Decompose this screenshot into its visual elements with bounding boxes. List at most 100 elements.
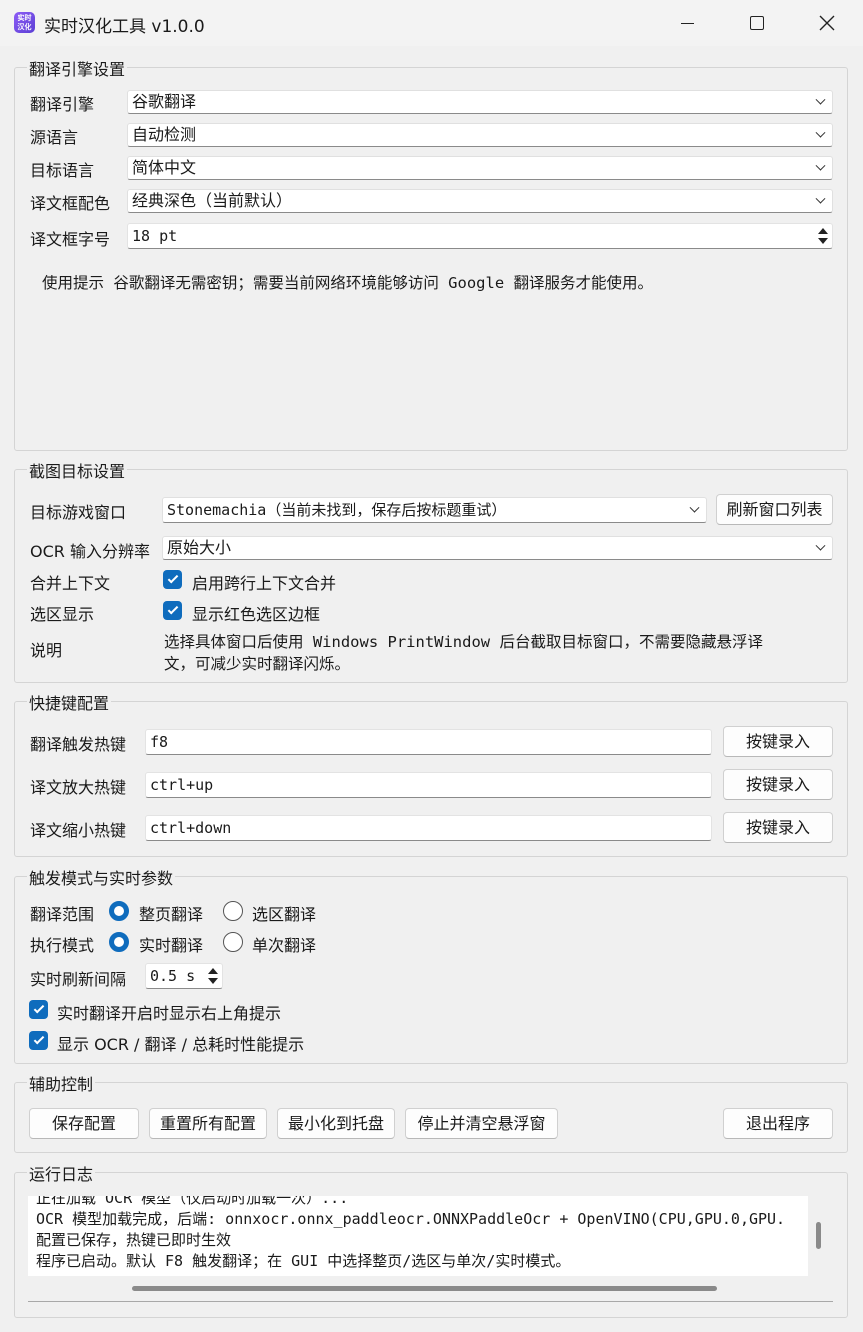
engine-label: 翻译引擎 <box>30 95 95 114</box>
box-color-value: 经典深色（当前默认） <box>132 191 293 210</box>
merge-context-checkbox[interactable] <box>163 570 182 589</box>
log-line: 正在加载 OCR 模型（仅启动时加载一次）... <box>36 1196 349 1207</box>
zoom-out-hotkey-value: ctrl+down <box>150 819 232 837</box>
merge-context-check-label[interactable]: 启用跨行上下文合并 <box>192 570 336 594</box>
target-window-select[interactable]: Stonemachia（当前未找到，保存后按标题重试） <box>162 497 707 523</box>
translate-range-label: 翻译范围 <box>30 905 95 924</box>
chevron-down-icon <box>814 537 826 559</box>
chevron-down-icon <box>814 157 826 179</box>
record-trigger-hotkey-button[interactable]: 按键录入 <box>723 726 833 757</box>
refresh-interval-value: 0.5 s <box>150 967 196 985</box>
trigger-hotkey-value: f8 <box>150 733 169 751</box>
group-title: 运行日志 <box>27 1161 96 1185</box>
group-title: 触发模式与实时参数 <box>27 865 176 889</box>
close-button[interactable] <box>792 0 862 46</box>
exec-single-radio[interactable] <box>223 932 243 952</box>
group-title: 辅助控制 <box>27 1071 96 1095</box>
region-border-checkbox[interactable] <box>163 601 182 620</box>
log-horizontal-scrollbar[interactable] <box>132 1286 717 1291</box>
corner-hint-checkbox[interactable] <box>29 1000 48 1019</box>
chevron-down-icon <box>814 91 826 113</box>
note-text-line1: 选择具体窗口后使用 Windows PrintWindow 后台截取目标窗口，不… <box>164 633 763 651</box>
source-language-select[interactable]: 自动检测 <box>127 123 833 147</box>
exec-single-label[interactable]: 单次翻译 <box>252 932 316 956</box>
log-output[interactable]: 正在加载 OCR 模型（仅启动时加载一次）... OCR 模型加载完成，后端: … <box>28 1196 808 1276</box>
log-line: 配置已保存，热键已即时生效 <box>36 1231 232 1249</box>
stepper-down-icon[interactable] <box>818 238 828 244</box>
zoom-in-hotkey-label: 译文放大热键 <box>30 778 127 797</box>
box-fontsize-spinbox[interactable]: 18 pt <box>127 223 833 249</box>
minimize-to-tray-button[interactable]: 最小化到托盘 <box>277 1108 395 1139</box>
stepper-down-icon[interactable] <box>208 978 218 984</box>
exit-program-button[interactable]: 退出程序 <box>723 1108 833 1139</box>
refresh-window-list-button[interactable]: 刷新窗口列表 <box>716 494 833 525</box>
region-border-check-label[interactable]: 显示红色选区边框 <box>192 601 320 625</box>
region-display-label: 选区显示 <box>30 605 95 624</box>
corner-hint-check-label[interactable]: 实时翻译开启时显示右上角提示 <box>57 1000 281 1024</box>
zoom-in-hotkey-input[interactable]: ctrl+up <box>145 772 712 798</box>
title-bar: 实时 汉化 实时汉化工具 v1.0.0 <box>0 0 863 46</box>
merge-context-label: 合并上下文 <box>30 574 111 593</box>
exec-mode-label: 执行模式 <box>30 936 95 955</box>
log-line: 程序已启动。默认 F8 触发翻译；在 GUI 中选择整页/选区与单次/实时模式。 <box>36 1252 571 1270</box>
log-bottom-divider <box>28 1301 833 1302</box>
source-language-value: 自动检测 <box>132 125 197 144</box>
log-line: OCR 模型加载完成，后端: onnxocr.onnx_paddleocr.ON… <box>36 1210 786 1228</box>
target-language-select[interactable]: 简体中文 <box>127 156 833 180</box>
range-full-label[interactable]: 整页翻译 <box>139 901 203 925</box>
reset-config-button[interactable]: 重置所有配置 <box>149 1108 267 1139</box>
ocr-resolution-label: OCR 输入分辨率 <box>30 542 150 561</box>
ocr-resolution-value: 原始大小 <box>167 538 232 557</box>
engine-select[interactable]: 谷歌翻译 <box>127 90 833 114</box>
chevron-down-icon <box>688 498 700 522</box>
range-region-radio[interactable] <box>223 901 243 921</box>
target-window-label: 目标游戏窗口 <box>30 503 127 522</box>
fontsize-stepper[interactable] <box>815 224 830 248</box>
trigger-hotkey-label: 翻译触发热键 <box>30 735 127 754</box>
target-language-label: 目标语言 <box>30 161 95 180</box>
close-icon <box>819 15 835 31</box>
maximize-button[interactable] <box>722 0 792 46</box>
source-language-label: 源语言 <box>30 128 79 147</box>
minimize-icon <box>680 22 694 24</box>
record-zoom-out-hotkey-button[interactable]: 按键录入 <box>723 812 833 843</box>
exec-realtime-label[interactable]: 实时翻译 <box>139 932 203 956</box>
stepper-up-icon[interactable] <box>208 968 218 974</box>
maximize-icon <box>750 16 764 30</box>
group-title: 翻译引擎设置 <box>27 56 128 80</box>
note-text-line2: 文，可减少实时翻译闪烁。 <box>164 655 351 673</box>
zoom-out-hotkey-label: 译文缩小热键 <box>30 821 127 840</box>
box-fontsize-value: 18 pt <box>132 227 178 245</box>
note-label: 说明 <box>30 641 63 660</box>
box-color-label: 译文框配色 <box>30 194 111 213</box>
ocr-resolution-select[interactable]: 原始大小 <box>162 536 833 560</box>
target-language-value: 简体中文 <box>132 158 197 177</box>
stepper-up-icon[interactable] <box>818 228 828 234</box>
range-full-radio[interactable] <box>109 901 129 921</box>
zoom-out-hotkey-input[interactable]: ctrl+down <box>145 815 712 841</box>
perf-hint-check-label[interactable]: 显示 OCR / 翻译 / 总耗时性能提示 <box>57 1031 304 1055</box>
record-zoom-in-hotkey-button[interactable]: 按键录入 <box>723 769 833 800</box>
chevron-down-icon <box>814 190 826 212</box>
exec-realtime-radio[interactable] <box>109 932 129 952</box>
app-logo-icon: 实时 汉化 <box>14 12 35 33</box>
log-vertical-scrollbar[interactable] <box>816 1222 821 1249</box>
range-region-label[interactable]: 选区翻译 <box>252 901 316 925</box>
interval-stepper[interactable] <box>205 964 220 988</box>
minimize-button[interactable] <box>652 0 722 46</box>
box-color-select[interactable]: 经典深色（当前默认） <box>127 189 833 213</box>
trigger-hotkey-input[interactable]: f8 <box>145 729 712 755</box>
chevron-down-icon <box>814 124 826 146</box>
box-fontsize-label: 译文框字号 <box>30 230 111 249</box>
group-title: 截图目标设置 <box>27 458 128 482</box>
engine-value: 谷歌翻译 <box>132 92 197 111</box>
window-title: 实时汉化工具 v1.0.0 <box>44 17 205 37</box>
zoom-in-hotkey-value: ctrl+up <box>150 776 214 794</box>
target-window-value: Stonemachia（当前未找到，保存后按标题重试） <box>167 501 507 519</box>
refresh-interval-label: 实时刷新间隔 <box>30 970 127 989</box>
engine-hint-text: 使用提示 谷歌翻译无需密钥；需要当前网络环境能够访问 Google 翻译服务才能… <box>42 274 653 292</box>
perf-hint-checkbox[interactable] <box>29 1031 48 1050</box>
stop-clear-overlay-button[interactable]: 停止并清空悬浮窗 <box>405 1108 558 1139</box>
group-title: 快捷键配置 <box>27 690 112 714</box>
save-config-button[interactable]: 保存配置 <box>29 1108 139 1139</box>
